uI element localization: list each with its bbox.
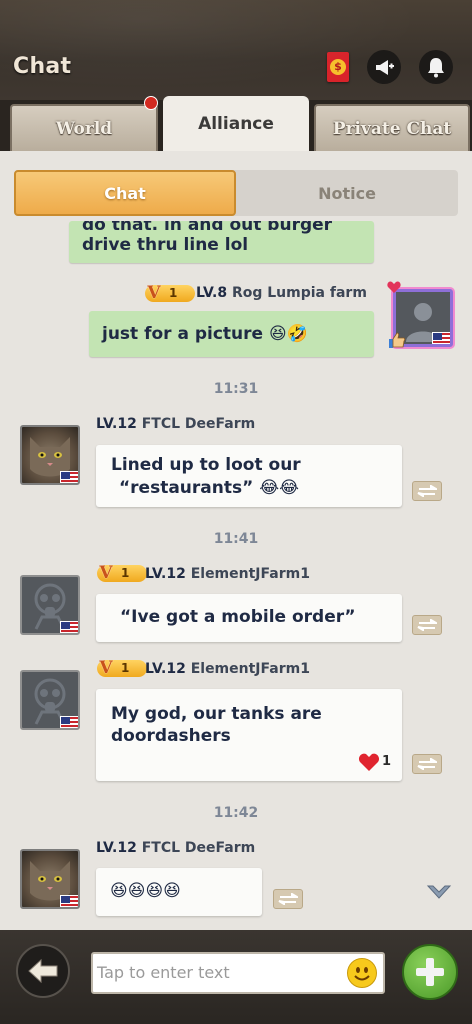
message-input[interactable]: Tap to enter text — [91, 952, 385, 994]
vip-v-icon: V — [147, 283, 161, 303]
own-message-bubble[interactable]: do that. in and out burger drive thru li… — [69, 221, 374, 263]
heart-frame-icon — [387, 281, 401, 293]
message-text: 😆😆😆😆 — [110, 881, 181, 901]
message-bubble[interactable]: My god, our tanks are doordashers 1 — [96, 689, 402, 781]
swap-arrows-icon — [278, 893, 298, 905]
vip-v-icon: V — [99, 563, 113, 583]
message-text: Lined up to loot our — [111, 455, 301, 475]
input-placeholder: Tap to enter text — [97, 963, 230, 982]
emoji-button[interactable] — [347, 958, 377, 988]
translate-button[interactable] — [412, 481, 442, 501]
vip-v-icon: V — [99, 658, 113, 678]
message-bubble[interactable]: Lined up to loot our “restaurants” 😂😂 — [96, 445, 402, 507]
thumbs-up-icon — [389, 332, 406, 348]
message-text: doordashers — [111, 726, 231, 746]
sender-name: LV.12 FTCL DeeFarm — [96, 416, 256, 432]
unread-badge — [144, 96, 158, 110]
avatar[interactable] — [20, 575, 80, 635]
translate-button[interactable] — [273, 889, 303, 909]
vip-badge: V 1 — [145, 283, 195, 303]
message-text: “restaurants” 😂😂 — [119, 478, 299, 498]
own-message-bubble[interactable]: just for a picture 😆🤣 — [89, 311, 374, 357]
timestamp: 11:31 — [213, 381, 259, 397]
timestamp: 11:41 — [213, 531, 259, 547]
timestamp: 11:42 — [213, 805, 259, 821]
reaction[interactable]: 1 — [358, 751, 391, 773]
us-flag-icon — [60, 716, 78, 728]
coin-icon: $ — [330, 59, 346, 75]
header: Chat $ — [0, 0, 472, 100]
us-flag-icon — [60, 621, 78, 633]
tab-alliance[interactable]: Alliance — [163, 96, 309, 152]
message-bubble[interactable]: “Ive got a mobile order” — [96, 594, 402, 642]
chevron-down-icon — [426, 885, 452, 899]
notification-button[interactable] — [419, 50, 453, 84]
chat-panel[interactable]: Chat Notice do that. in and out burger d… — [0, 151, 472, 930]
swap-arrows-icon — [417, 619, 437, 631]
sender-name: LV.12 ElementJFarm1 — [145, 661, 310, 677]
message-bubble[interactable]: 😆😆😆😆 — [96, 868, 262, 916]
avatar[interactable] — [20, 425, 80, 485]
heart-icon — [358, 753, 380, 771]
subtab-chat[interactable]: Chat — [14, 170, 236, 216]
avatar[interactable] — [20, 670, 80, 730]
us-flag-icon — [432, 332, 450, 344]
add-button[interactable] — [402, 944, 458, 1000]
back-button[interactable] — [16, 944, 70, 998]
plus-icon — [416, 958, 444, 986]
swap-arrows-icon — [417, 758, 437, 770]
scroll-to-bottom-button[interactable] — [425, 881, 453, 903]
translate-button[interactable] — [412, 754, 442, 774]
smiley-icon — [354, 967, 370, 981]
subtab-bar: Chat Notice — [14, 170, 458, 216]
bell-icon — [428, 58, 444, 78]
megaphone-icon — [376, 60, 394, 75]
sender-name: LV.12 FTCL DeeFarm — [96, 840, 256, 856]
input-bar: Tap to enter text — [0, 930, 472, 1024]
message-text: My god, our tanks are — [111, 704, 322, 724]
sender-name: LV.12 ElementJFarm1 — [145, 566, 310, 582]
us-flag-icon — [60, 895, 78, 907]
us-flag-icon — [60, 471, 78, 483]
message-text: “Ive got a mobile order” — [120, 607, 356, 627]
vip-badge: V 1 — [97, 658, 147, 678]
translate-button[interactable] — [412, 615, 442, 635]
subtab-notice[interactable]: Notice — [236, 170, 458, 216]
tab-private-chat[interactable]: Private Chat — [314, 104, 470, 152]
avatar[interactable] — [20, 849, 80, 909]
sender-name: LV.8 Rog Lumpia farm — [196, 285, 367, 301]
reaction-count: 1 — [382, 754, 392, 769]
megaphone-button[interactable] — [367, 50, 401, 84]
vip-badge: V 1 — [97, 563, 147, 583]
tab-world[interactable]: World — [10, 104, 158, 152]
red-packet-button[interactable]: $ — [327, 52, 349, 82]
message-text: drive thru line lol — [82, 235, 249, 255]
message-text: just for a picture 😆🤣 — [102, 324, 308, 344]
swap-arrows-icon — [417, 485, 437, 497]
arrow-left-icon — [28, 958, 58, 984]
page-title: Chat — [13, 54, 72, 79]
